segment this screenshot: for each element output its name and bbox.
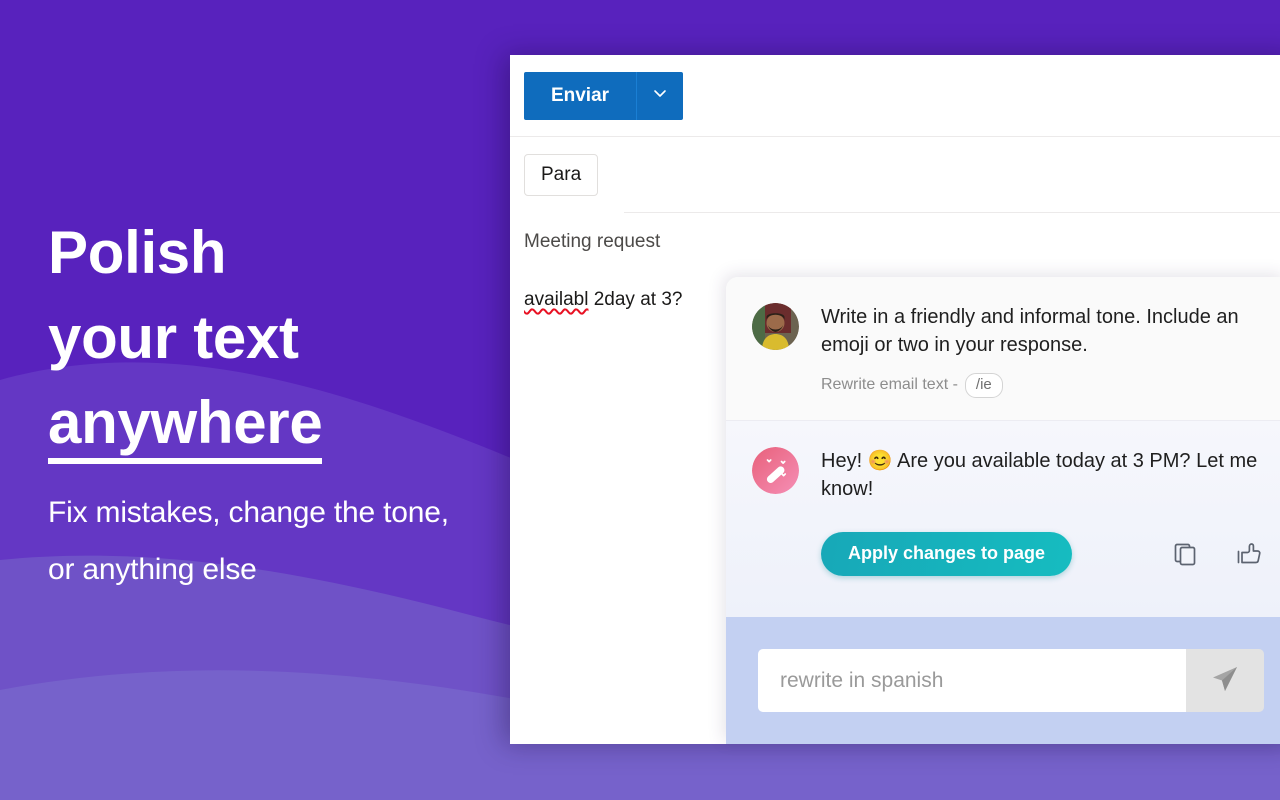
reply-action-row: Apply changes to page — [821, 531, 1280, 576]
email-body-rest: 2day at 3? — [588, 289, 683, 310]
command-chip[interactable]: /ie — [964, 372, 1003, 398]
compose-toolbar: Enviar — [510, 55, 1280, 137]
headline-line-1: Polish — [48, 219, 227, 286]
apply-changes-button[interactable]: Apply changes to page — [821, 531, 1073, 576]
user-message-text: Write in a friendly and informal tone. I… — [821, 306, 1239, 357]
page-title: Polish your text anywhere — [48, 210, 488, 466]
user-message-body: Write in a friendly and informal tone. I… — [821, 303, 1280, 398]
send-prompt-button[interactable] — [1186, 649, 1264, 712]
thumbs-up-icon[interactable] — [1234, 539, 1264, 569]
magic-wand-icon — [752, 446, 799, 494]
copy-icon[interactable] — [1170, 539, 1200, 569]
assistant-reply-text: Hey! 😊 Are you available today at 3 PM? … — [821, 449, 1258, 501]
recipient-row: Para — [510, 137, 1280, 213]
chevron-down-icon — [650, 83, 670, 108]
user-message-meta: Rewrite email text - /ie — [821, 372, 1280, 398]
recipient-input-underline[interactable] — [624, 212, 1280, 213]
hero-subcopy: Fix mistakes, change the tone, or anythi… — [48, 495, 449, 586]
hero-copy: Polish your text anywhere Fix mistakes, … — [48, 210, 488, 598]
user-message: Write in a friendly and informal tone. I… — [726, 277, 1280, 420]
misspelled-word: availabl — [524, 289, 589, 310]
prompt-input[interactable] — [758, 649, 1186, 712]
user-photo-avatar — [752, 303, 799, 350]
ai-assistant-panel: Write in a friendly and informal tone. I… — [726, 277, 1280, 744]
assistant-reply-body: Hey! 😊 Are you available today at 3 PM? … — [821, 447, 1280, 595]
send-button-group: Enviar — [524, 71, 683, 120]
headline-line-2: your text — [48, 304, 299, 372]
send-options-button[interactable] — [636, 71, 683, 120]
meta-label: Rewrite email text - — [821, 376, 958, 394]
assistant-reply: Hey! 😊 Are you available today at 3 PM? … — [726, 419, 1280, 617]
paper-plane-icon — [1208, 662, 1242, 699]
send-button[interactable]: Enviar — [524, 71, 636, 120]
assistant-composer — [726, 617, 1280, 744]
headline-line-3: anywhere — [48, 391, 323, 465]
reply-icon-actions — [1170, 539, 1264, 569]
subject-field[interactable]: Meeting request — [510, 213, 1280, 271]
promo-screenshot: Polish your text anywhere Fix mistakes, … — [0, 0, 1280, 800]
to-field-label[interactable]: Para — [524, 154, 599, 196]
